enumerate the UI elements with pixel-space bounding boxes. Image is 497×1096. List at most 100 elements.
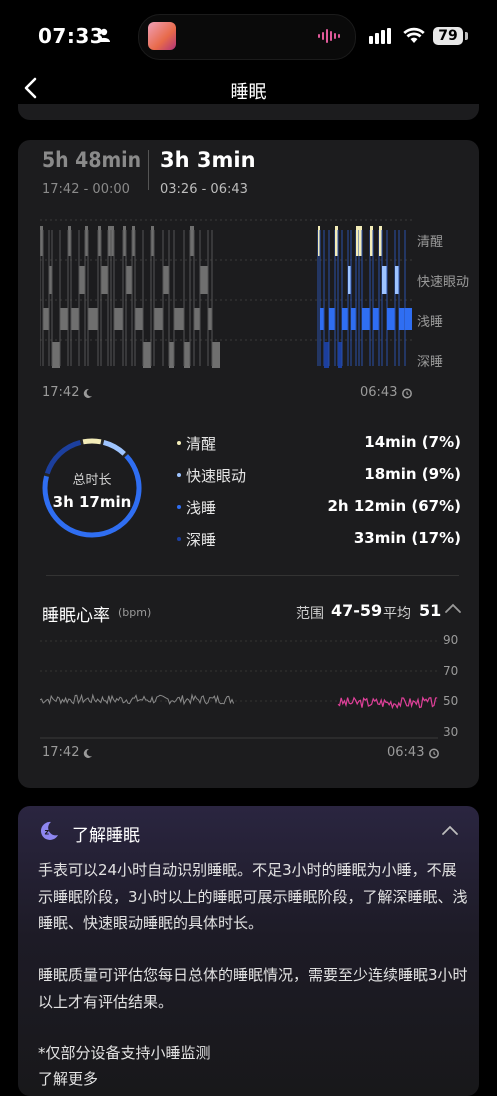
night-stage-bar <box>342 308 348 330</box>
moon-icon <box>83 388 92 398</box>
nap-stage-bar <box>154 308 163 330</box>
status-time: 07:33 <box>38 24 105 48</box>
deep-dot <box>177 537 181 541</box>
learn-paragraph: 睡眠质量可评估您每日总体的睡眠情况，需要至少连续睡眠3小时以上才有评估结果。 <box>38 966 468 1011</box>
nap-stage-bar <box>163 266 169 294</box>
nap-stage-bar <box>126 266 132 294</box>
night-stage-bar <box>324 342 329 368</box>
night-stage-bar <box>399 308 405 330</box>
nap-stage-bar <box>114 308 123 330</box>
alarm-clock-icon <box>429 748 439 759</box>
stat-deep-label: 深睡 <box>186 531 217 549</box>
person-icon <box>98 28 110 42</box>
nap-stage-bar <box>190 226 194 256</box>
wifi-icon <box>403 27 425 43</box>
nap-stage-bar <box>101 266 108 294</box>
nap-stage-bar <box>79 266 85 294</box>
learn-footnote: *仅部分设备支持小睡监测 <box>38 1044 211 1062</box>
stage-label-deep: 深睡 <box>417 355 444 370</box>
nap-segment-range: 17:42 - 00:00 <box>42 182 130 197</box>
audio-wave-icon <box>318 29 340 43</box>
cellular-signal-icon <box>369 28 391 44</box>
hr-tick-30: 30 <box>443 725 459 739</box>
stat-rem-label: 快速眼动 <box>186 467 247 485</box>
rem-dot <box>177 473 181 477</box>
hr-night-series <box>337 696 438 710</box>
hr-tick-70: 70 <box>443 664 459 678</box>
heart-rate-title: 睡眠心率 <box>42 606 110 626</box>
ring-total-label: 总时长 <box>72 473 112 488</box>
night-stage-bar <box>320 308 324 330</box>
night-stage-bar <box>329 308 335 330</box>
nap-stage-bar <box>43 308 49 330</box>
chevron-up-icon[interactable] <box>444 602 462 614</box>
stage-label-light: 浅睡 <box>417 315 444 330</box>
nap-stage-bar <box>200 266 208 294</box>
stat-deep-value: 33min (17%) <box>353 529 461 547</box>
ring-segment-awake <box>82 438 102 445</box>
awake-dot <box>177 441 181 445</box>
hr-range-value: 47-59 <box>331 601 383 620</box>
night-stage-bar <box>362 308 370 330</box>
alarm-clock-icon <box>402 388 412 399</box>
hr-nap-series <box>40 693 235 706</box>
hr-range-label: 范围 <box>296 606 324 622</box>
nap-stage-bar <box>143 342 151 368</box>
stat-light-label: 浅睡 <box>186 499 217 517</box>
stage-label-rem: 快速眼动 <box>417 275 470 290</box>
card-divider <box>46 575 459 576</box>
nap-stage-bar <box>71 308 79 330</box>
hr-tick-90: 90 <box>443 633 459 647</box>
chart-end-time: 06:43 <box>360 385 398 400</box>
night-segment-duration[interactable]: 3h 3min <box>160 148 256 172</box>
light-dot <box>177 505 181 509</box>
chart-start-time: 17:42 <box>42 385 80 400</box>
hr-start-time: 17:42 <box>42 745 80 760</box>
previous-card-edge <box>18 104 479 120</box>
night-stage-bar <box>405 308 412 330</box>
sleep-stage-chart[interactable] <box>40 216 415 376</box>
stat-rem-value: 18min (9%) <box>364 465 461 483</box>
page-title: 睡眠 <box>230 82 267 103</box>
hr-gridlines <box>40 640 438 702</box>
nap-stage-bar <box>169 342 174 368</box>
chevron-up-icon[interactable] <box>441 824 459 836</box>
nap-stage-bar <box>194 308 200 330</box>
night-stage-bar <box>382 266 387 294</box>
stat-light-value: 2h 12min (67%) <box>327 497 462 515</box>
nap-stage-bar <box>174 308 184 330</box>
nap-stage-bar <box>52 342 60 368</box>
learn-paragraph: 手表可以24小时自动识别睡眠。不足3小时的睡眠为小睡，不展示睡眠阶段，3小时以上… <box>38 861 468 932</box>
nap-segment-duration[interactable]: 5h 48min <box>42 148 141 172</box>
nap-stage-bar <box>208 308 212 330</box>
stat-awake-label: 清醒 <box>186 435 217 453</box>
learn-title: 了解睡眠 <box>72 826 140 846</box>
nap-stage-bar <box>135 308 143 330</box>
night-stage-bar <box>338 342 342 368</box>
hr-average-label: 平均 <box>383 606 411 622</box>
heart-rate-chart[interactable] <box>40 636 440 744</box>
ring-total-value: 3h 17min <box>52 493 132 511</box>
night-stage-bar <box>351 308 356 330</box>
night-stage-bar <box>387 308 395 330</box>
svg-text:z: z <box>45 828 50 837</box>
ring-segment-rem <box>102 440 126 456</box>
night-segment-range: 03:26 - 06:43 <box>160 182 248 197</box>
learn-more-link[interactable]: 了解更多 <box>38 1066 468 1093</box>
battery-tip <box>465 32 468 40</box>
nap-stage-bar <box>212 342 220 368</box>
nap-stage-bar <box>184 342 190 368</box>
heart-rate-unit: (bpm) <box>118 606 152 619</box>
hr-tick-50: 50 <box>443 694 459 708</box>
hr-average-value: 51 <box>419 601 442 620</box>
segment-divider <box>148 150 149 190</box>
stat-awake-value: 14min (7%) <box>364 433 461 451</box>
now-playing-artwork[interactable] <box>148 22 176 50</box>
hr-end-time: 06:43 <box>387 745 425 760</box>
night-stage-bar <box>373 308 379 330</box>
battery-indicator: 79 <box>433 27 463 45</box>
stage-label-awake: 清醒 <box>417 235 444 250</box>
sleep-moon-icon: z <box>40 821 58 840</box>
sleep-stage-ring[interactable] <box>40 436 144 540</box>
nap-stage-bar <box>60 308 68 330</box>
